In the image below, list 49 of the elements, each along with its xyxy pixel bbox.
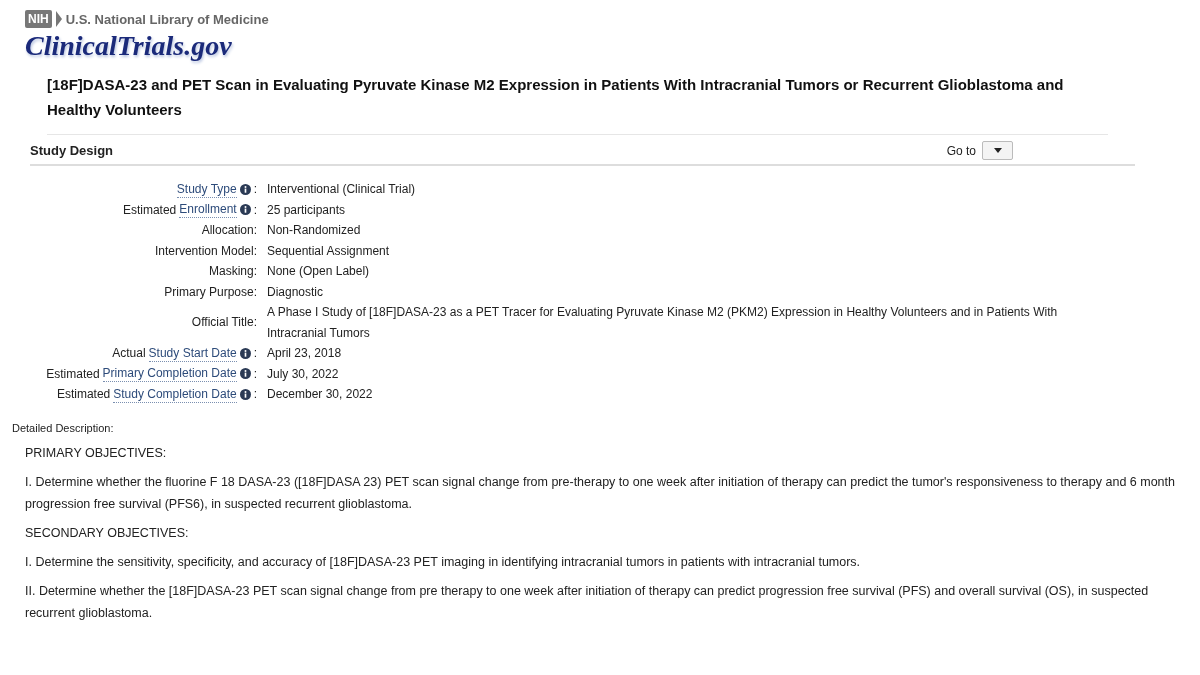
info-icon — [239, 368, 251, 380]
chevron-icon — [55, 11, 62, 27]
field-link[interactable]: Study Completion Date — [113, 385, 237, 403]
field-link[interactable]: Study Type — [176, 180, 237, 198]
description-paragraph: II. Determine whether the [18F]DASA-23 PET scan signal change from pre therapy to one week after initiation of therapy can predict progression free survival (PFS) and overall survival (OS), in suspected recurrent glioblastoma. — [25, 582, 1150, 622]
field-label: Actual — [112, 345, 146, 362]
goto-dropdown[interactable] — [982, 141, 1013, 160]
field-value: 25 participants — [267, 201, 347, 219]
agency-name: U.S. National Library of Medicine — [65, 11, 269, 27]
field-value: Sequential Assignment — [267, 242, 391, 260]
study-title: [18F]DASA-23 and PET Scan in Evaluating Pyruvate Kinase M2 Expression in Patients With Intracranial Tumors or Recurrent Glioblastoma and Healthy Volunteers — [47, 75, 1065, 120]
field-label: Estimated — [46, 365, 100, 383]
field-label: Primary Purpose: — [164, 283, 257, 301]
info-icon — [239, 388, 251, 400]
site-logo[interactable]: ClinicalTrials.gov — [25, 30, 232, 62]
info-icon — [239, 204, 251, 216]
section-title: Study Design — [30, 143, 114, 158]
field-link[interactable]: Enrollment — [179, 201, 237, 219]
description-paragraph: PRIMARY OBJECTIVES: — [25, 444, 168, 462]
caret-icon — [993, 148, 1002, 153]
goto-label: Go to — [946, 143, 976, 158]
description-paragraph: I. Determine whether the fluorine F 18 DASA-23 ([18F]DASA 23) PET scan signal change from pre-therapy to one week after initiation of therapy can predict the tumor's responsiveness to therapy and 6 month progression free survival (PFS6), in suspected recurrent glioblastoma. — [25, 473, 1176, 513]
separator: : — [253, 201, 257, 219]
description-paragraph: I. Determine the sensitivity, specificity, and accuracy of [18F]DASA-23 PET imaging in identifying intracranial tumors in patients with intracranial tumors. — [25, 553, 862, 571]
field-label: Intervention Model: — [154, 242, 257, 260]
separator: : — [253, 365, 257, 383]
info-icon — [239, 183, 251, 195]
description-paragraph: SECONDARY OBJECTIVES: — [25, 524, 190, 542]
separator: : — [253, 386, 257, 403]
field-value: Diagnostic — [267, 283, 325, 301]
description-label: Detailed Description: — [12, 421, 115, 434]
field-label: Estimated — [122, 201, 177, 219]
field-label: Estimated — [56, 386, 111, 403]
field-label: Official Title: — [191, 314, 257, 332]
info-icon — [239, 347, 251, 359]
field-value: Non-Randomized — [267, 222, 362, 239]
field-label: Allocation: — [201, 222, 257, 239]
field-value: Interventional (Clinical Trial) — [267, 181, 417, 198]
field-value: None (Open Label) — [267, 263, 371, 280]
field-value: A Phase I Study of [18F]DASA-23 as a PET Tracer for Evaluating Pyruvate Kinase M2 (PKM2) Expression in Healthy Volunteers and in Patients With Intracranial Tumors — [267, 304, 1059, 342]
field-value: April 23, 2018 — [267, 345, 343, 362]
field-value: December 30, 2022 — [267, 386, 374, 403]
agency-badge: NIH — [25, 10, 52, 28]
field-link[interactable]: Study Start Date — [148, 344, 237, 362]
separator: : — [253, 345, 257, 362]
field-label: Masking: — [208, 263, 257, 280]
separator: : — [253, 181, 257, 198]
field-link[interactable]: Primary Completion Date — [102, 365, 237, 383]
field-value: July 30, 2022 — [267, 365, 340, 383]
